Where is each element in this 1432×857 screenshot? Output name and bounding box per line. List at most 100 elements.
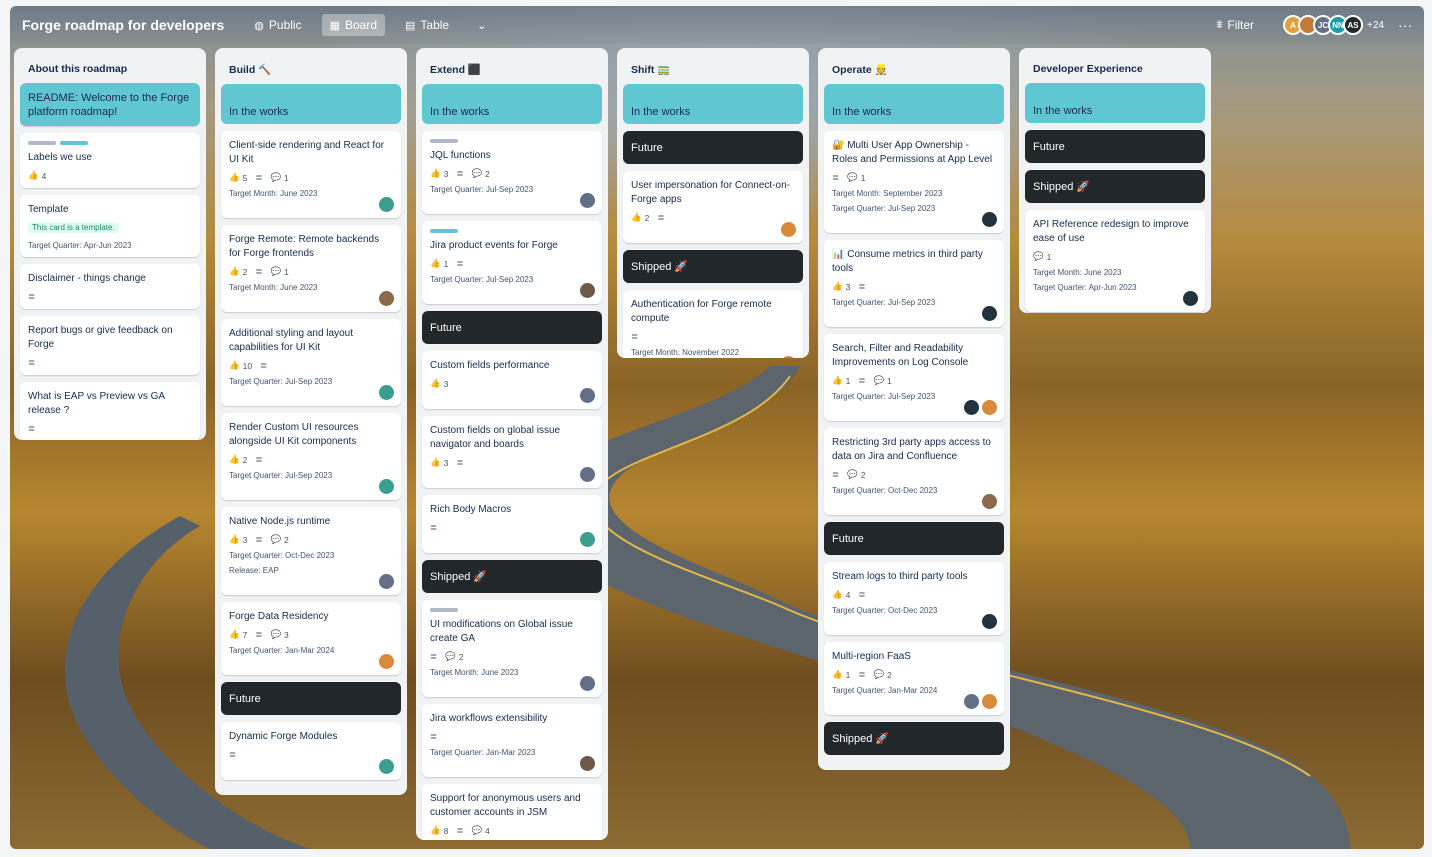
card[interactable]: Native Node.js runtime 👍 3 ≣ 💬 2 Target Quarte… (221, 507, 401, 595)
label-chip[interactable] (60, 141, 88, 145)
extra-members-count[interactable]: +24 (1367, 20, 1384, 31)
member-avatar[interactable] (379, 197, 394, 212)
member-avatar[interactable] (580, 283, 595, 298)
label-chip[interactable] (430, 608, 458, 612)
section-header-in-the-works[interactable]: In the works (824, 84, 1004, 124)
section-header-in-the-works[interactable]: In the works (422, 84, 602, 124)
view-tab-table[interactable]: ▤ Table (397, 14, 457, 36)
views-dropdown[interactable]: ⌄ (469, 15, 494, 36)
member-avatar[interactable] (982, 212, 997, 227)
member-avatar[interactable] (580, 467, 595, 482)
column-title[interactable]: Operate 👷 (824, 54, 1004, 84)
member-avatar[interactable] (982, 494, 997, 509)
label-chip[interactable] (28, 141, 56, 145)
member-avatars[interactable]: A JC NN AS +24 (1283, 15, 1384, 35)
column-title[interactable]: Developer Experience (1025, 54, 1205, 83)
member-avatar[interactable] (982, 694, 997, 709)
board-column: Build 🔨 In the works Client-side rendering… (215, 48, 407, 795)
filter-button[interactable]: ⩩ Filter (1208, 14, 1262, 36)
card[interactable]: JQL functions 👍 3 ≣ 💬 2 Target Quarter: Jul-Se… (422, 131, 602, 214)
board-title[interactable]: Forge roadmap for developers (22, 17, 224, 33)
section-header[interactable]: Future (221, 682, 401, 715)
member-avatar[interactable] (580, 756, 595, 771)
section-header[interactable]: Future (623, 131, 803, 164)
card[interactable]: Authentication for Forge remote compute ≣… (623, 290, 803, 358)
section-header-in-the-works[interactable]: In the works (221, 84, 401, 124)
member-avatar[interactable] (580, 193, 595, 208)
section-header[interactable]: Shipped 🚀 (422, 560, 602, 593)
card[interactable]: Custom fields performance 👍 3 (422, 351, 602, 409)
likes-count: 1 (845, 669, 851, 680)
visibility-button[interactable]: ◍ Public (246, 14, 309, 36)
section-header-in-the-works[interactable]: In the works (623, 84, 803, 124)
comments-badge: 💬 2 (847, 469, 865, 480)
card[interactable]: Forge Data Residency 👍 7 ≣ 💬 3 Target Quarter:… (221, 602, 401, 675)
member-avatar[interactable] (379, 654, 394, 669)
comment-icon: 💬 (270, 629, 282, 639)
card[interactable]: UI modifications on Global issue create … (422, 600, 602, 697)
custom-field: Target Quarter: Jul-Sep 2023 (430, 185, 534, 194)
member-avatar[interactable] (982, 614, 997, 629)
card[interactable]: Disclaimer - things change ≣ (20, 264, 200, 309)
card[interactable]: Multi-region FaaS 👍 1 ≣ 💬 2 Target Quarter: Ja… (824, 642, 1004, 715)
readme-card[interactable]: README: Welcome to the Forge platform ro… (20, 83, 200, 126)
view-tab-board[interactable]: ▦ Board (321, 14, 386, 36)
section-header[interactable]: Shipped 🚀 (1025, 170, 1205, 203)
column-title[interactable]: Shift 🚃 (623, 54, 803, 84)
column-title[interactable]: About this roadmap (20, 54, 200, 83)
card[interactable]: 📊 Consume metrics in third party tools 👍 3… (824, 240, 1004, 327)
description-icon: ≣ (255, 266, 263, 276)
member-avatar[interactable] (1183, 291, 1198, 306)
card[interactable]: Additional styling and layout capabiliti… (221, 319, 401, 406)
member-avatar[interactable] (982, 306, 997, 321)
card[interactable]: Support for anonymous users and customer… (422, 784, 602, 840)
card[interactable]: What is EAP vs Preview vs GA release ? ≣ (20, 382, 200, 440)
section-header-in-the-works[interactable]: In the works (1025, 83, 1205, 123)
member-avatar[interactable] (379, 759, 394, 774)
card[interactable]: Search, Filter and Readability Improveme… (824, 334, 1004, 421)
card[interactable]: 🔐 Multi User App Ownership - Roles and P… (824, 131, 1004, 233)
card[interactable]: API Reference redesign to improve ease o… (1025, 210, 1205, 312)
more-menu-icon[interactable]: ··· (1398, 17, 1412, 33)
member-avatar[interactable] (379, 385, 394, 400)
card[interactable]: Dynamic Forge Modules ≣ (221, 722, 401, 780)
member-avatar[interactable] (379, 479, 394, 494)
member-avatar[interactable] (379, 574, 394, 589)
comment-icon: 💬 (270, 534, 282, 544)
card[interactable]: Client-side rendering and React for UI K… (221, 131, 401, 218)
card[interactable]: Report bugs or give feedback on Forge ≣ (20, 316, 200, 375)
section-header[interactable]: Future (422, 311, 602, 344)
card[interactable]: Restricting 3rd party apps access to dat… (824, 428, 1004, 515)
custom-field: Target Quarter: Jul-Sep 2023 (229, 377, 333, 386)
card[interactable]: Labels we use 👍 4 (20, 133, 200, 188)
column-title[interactable]: Extend ⬛ (422, 54, 602, 84)
card[interactable]: Template This card is a template. Target Q… (20, 195, 200, 257)
member-avatar[interactable] (580, 676, 595, 691)
member-avatar[interactable] (580, 532, 595, 547)
card[interactable]: Jira workflows extensibility ≣ Target Quar… (422, 704, 602, 777)
card[interactable]: Jira product events for Forge 👍 1 ≣ Target Q… (422, 221, 602, 304)
card[interactable]: Custom fields on global issue navigator … (422, 416, 602, 488)
card[interactable]: Rich Body Macros ≣ (422, 495, 602, 553)
member-avatar[interactable] (964, 400, 979, 415)
label-chip[interactable] (430, 229, 458, 233)
description-icon: ≣ (631, 331, 639, 341)
section-header[interactable]: Shipped 🚀 (824, 722, 1004, 755)
card[interactable]: Stream logs to third party tools 👍 4 ≣ Targe… (824, 562, 1004, 635)
member-avatar[interactable] (964, 694, 979, 709)
comments-count: 4 (485, 825, 490, 836)
label-chip[interactable] (430, 139, 458, 143)
card[interactable]: Render Custom UI resources alongside UI … (221, 413, 401, 500)
column-title[interactable]: Build 🔨 (221, 54, 401, 84)
member-avatar[interactable] (982, 400, 997, 415)
card[interactable]: Forge Remote: Remote backends for Forge … (221, 225, 401, 312)
section-header[interactable]: Future (824, 522, 1004, 555)
avatar[interactable]: AS (1343, 15, 1364, 35)
member-avatar[interactable] (580, 388, 595, 403)
member-avatar[interactable] (379, 291, 394, 306)
card[interactable]: User impersonation for Connect-on-Forge … (623, 171, 803, 243)
card-badges: 👍 5 ≣ 💬 1 (229, 172, 393, 183)
member-avatar[interactable] (781, 222, 796, 237)
section-header[interactable]: Shipped 🚀 (623, 250, 803, 283)
section-header[interactable]: Future (1025, 130, 1205, 163)
